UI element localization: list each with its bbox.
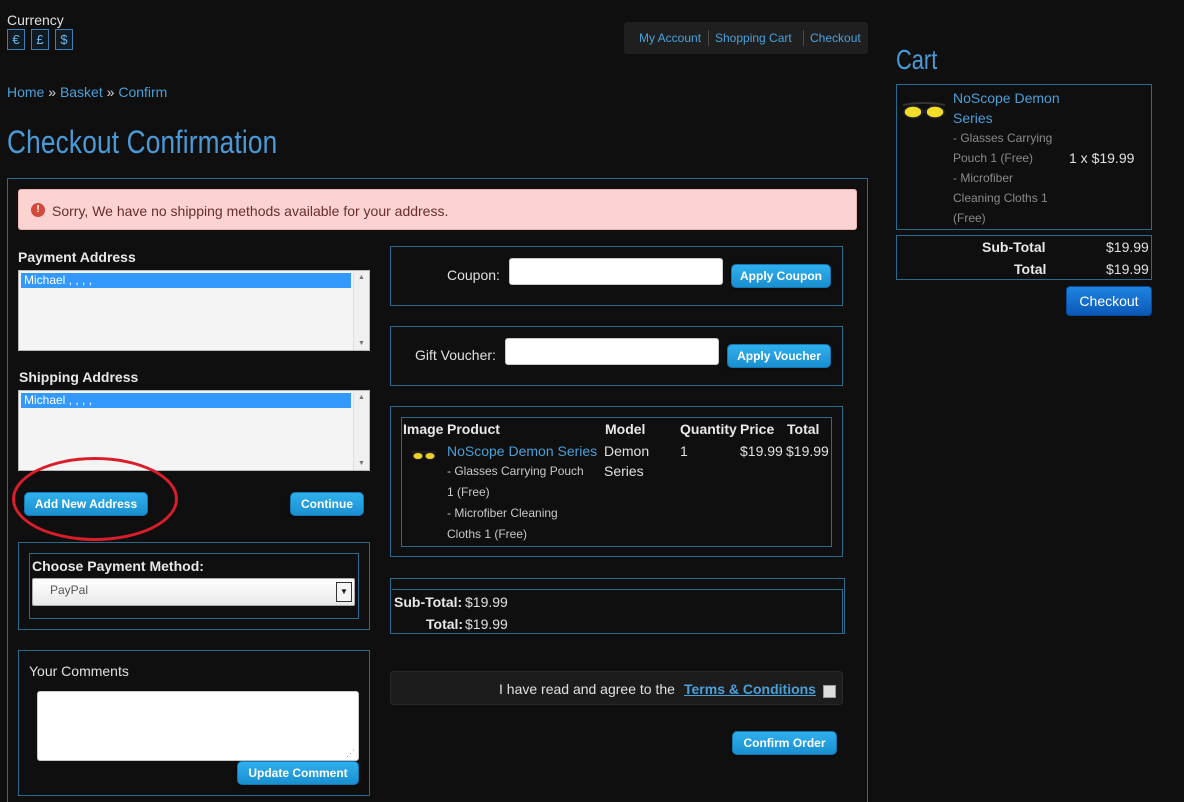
cart-option: Cleaning Cloths 1 bbox=[953, 191, 1048, 205]
header-quantity: Quantity bbox=[680, 421, 737, 437]
resize-grip-icon[interactable]: ⋰ bbox=[346, 748, 355, 759]
payment-method-select[interactable]: PayPal ▼ bbox=[32, 578, 355, 606]
apply-coupon-button[interactable]: Apply Coupon bbox=[731, 264, 831, 288]
scroll-down-icon[interactable]: ▼ bbox=[358, 460, 365, 467]
cart-items: NoScope Demon Series - Glasses Carrying … bbox=[896, 84, 1152, 230]
breadcrumb: Home » Basket » Confirm bbox=[7, 84, 167, 100]
cart-title: Cart bbox=[896, 44, 938, 75]
nav-my-account[interactable]: My Account bbox=[639, 31, 701, 45]
cart-subtotal-value: $19.99 bbox=[1106, 239, 1149, 255]
breadcrumb-separator: » bbox=[48, 84, 57, 100]
top-nav: My Account Shopping Cart Checkout bbox=[624, 22, 868, 54]
order-total-value: $19.99 bbox=[465, 616, 508, 632]
product-option: Cloths 1 (Free) bbox=[447, 527, 528, 541]
scrollbar[interactable]: ▲ ▼ bbox=[353, 271, 369, 350]
cart-checkout-button[interactable]: Checkout bbox=[1066, 286, 1152, 316]
terms-checkbox[interactable] bbox=[823, 685, 836, 698]
currency-pound-button[interactable]: £ bbox=[31, 29, 49, 50]
breadcrumb-home[interactable]: Home bbox=[7, 84, 44, 100]
cart-totals: Sub-Total $19.99 Total $19.99 bbox=[896, 235, 1152, 280]
page-title: Checkout Confirmation bbox=[7, 124, 278, 160]
product-option: - Glasses Carrying Pouch bbox=[447, 464, 584, 478]
coupon-input[interactable] bbox=[509, 258, 723, 285]
header-price: Price bbox=[740, 421, 775, 437]
cart-option: Pouch 1 (Free) bbox=[953, 151, 1034, 165]
cart-option: (Free) bbox=[953, 211, 986, 225]
currency-dollar-button[interactable]: $ bbox=[55, 29, 73, 50]
breadcrumb-separator: » bbox=[106, 84, 115, 100]
cart-total-label: Total bbox=[1014, 261, 1047, 277]
alert-icon: ! bbox=[31, 203, 45, 217]
cart-qty-price: 1 x $19.99 bbox=[1069, 150, 1135, 166]
payment-method-value: PayPal bbox=[50, 583, 89, 597]
voucher-input[interactable] bbox=[505, 338, 719, 365]
nav-divider bbox=[803, 30, 804, 46]
product-total: $19.99 bbox=[786, 443, 829, 459]
currency-label: Currency bbox=[7, 12, 64, 28]
payment-address-option[interactable]: Michael , , , , bbox=[21, 273, 351, 288]
nav-checkout[interactable]: Checkout bbox=[810, 31, 861, 45]
coupon-label: Coupon: bbox=[447, 267, 500, 283]
currency-euro-button[interactable]: € bbox=[7, 29, 25, 50]
product-model: Series bbox=[604, 463, 644, 479]
alert-message: Sorry, We have no shipping methods avail… bbox=[52, 203, 449, 219]
product-thumbnail[interactable] bbox=[411, 449, 437, 461]
cart-product-thumbnail[interactable] bbox=[901, 99, 947, 123]
product-quantity: 1 bbox=[680, 443, 688, 459]
header-model: Model bbox=[605, 421, 646, 437]
terms-link[interactable]: Terms & Conditions bbox=[684, 681, 816, 697]
nav-shopping-cart[interactable]: Shopping Cart bbox=[715, 31, 792, 45]
cart-subtotal-label: Sub-Total bbox=[982, 239, 1046, 255]
order-subtotal-label: Sub-Total: bbox=[394, 594, 463, 610]
payment-method-label: Choose Payment Method: bbox=[32, 558, 204, 574]
continue-button[interactable]: Continue bbox=[290, 492, 364, 516]
order-subtotal-value: $19.99 bbox=[465, 594, 508, 610]
breadcrumb-confirm[interactable]: Confirm bbox=[118, 84, 167, 100]
chevron-down-icon[interactable]: ▼ bbox=[336, 582, 352, 602]
confirm-order-button[interactable]: Confirm Order bbox=[732, 731, 837, 755]
breadcrumb-basket[interactable]: Basket bbox=[60, 84, 103, 100]
add-new-address-button[interactable]: Add New Address bbox=[24, 492, 148, 516]
cart-total-value: $19.99 bbox=[1106, 261, 1149, 277]
header-total: Total bbox=[787, 421, 820, 437]
terms-text: I have read and agree to the bbox=[499, 681, 675, 697]
product-option: - Microfiber Cleaning bbox=[447, 506, 558, 520]
comments-textarea[interactable]: ⋰ bbox=[37, 691, 359, 761]
terms-bar: I have read and agree to the Terms & Con… bbox=[390, 671, 843, 705]
comments-label: Your Comments bbox=[29, 663, 129, 679]
error-alert: ! Sorry, We have no shipping methods ava… bbox=[18, 189, 857, 230]
scrollbar[interactable]: ▲ ▼ bbox=[353, 391, 369, 470]
shipping-address-label: Shipping Address bbox=[19, 369, 139, 385]
scroll-up-icon[interactable]: ▲ bbox=[358, 274, 365, 281]
apply-voucher-button[interactable]: Apply Voucher bbox=[727, 344, 831, 368]
header-image: Image bbox=[403, 421, 444, 437]
header-product: Product bbox=[447, 421, 500, 437]
scroll-up-icon[interactable]: ▲ bbox=[358, 394, 365, 401]
payment-address-label: Payment Address bbox=[18, 249, 136, 265]
nav-divider bbox=[708, 30, 709, 46]
payment-address-list[interactable]: Michael , , , , ▲ ▼ bbox=[18, 270, 370, 351]
shipping-address-option[interactable]: Michael , , , , bbox=[21, 393, 351, 408]
scroll-down-icon[interactable]: ▼ bbox=[358, 340, 365, 347]
product-price: $19.99 bbox=[740, 443, 783, 459]
product-model: Demon bbox=[604, 443, 650, 459]
cart-option: - Microfiber bbox=[953, 171, 1014, 185]
cart-product-link[interactable]: Series bbox=[953, 110, 993, 126]
product-option: 1 (Free) bbox=[447, 485, 490, 499]
update-comment-button[interactable]: Update Comment bbox=[237, 761, 359, 785]
cart-product-link[interactable]: NoScope Demon bbox=[953, 90, 1060, 106]
product-link[interactable]: NoScope Demon Series bbox=[447, 443, 597, 459]
voucher-label: Gift Voucher: bbox=[415, 347, 496, 363]
order-total-label: Total: bbox=[426, 616, 464, 632]
cart-option: - Glasses Carrying bbox=[953, 131, 1053, 145]
